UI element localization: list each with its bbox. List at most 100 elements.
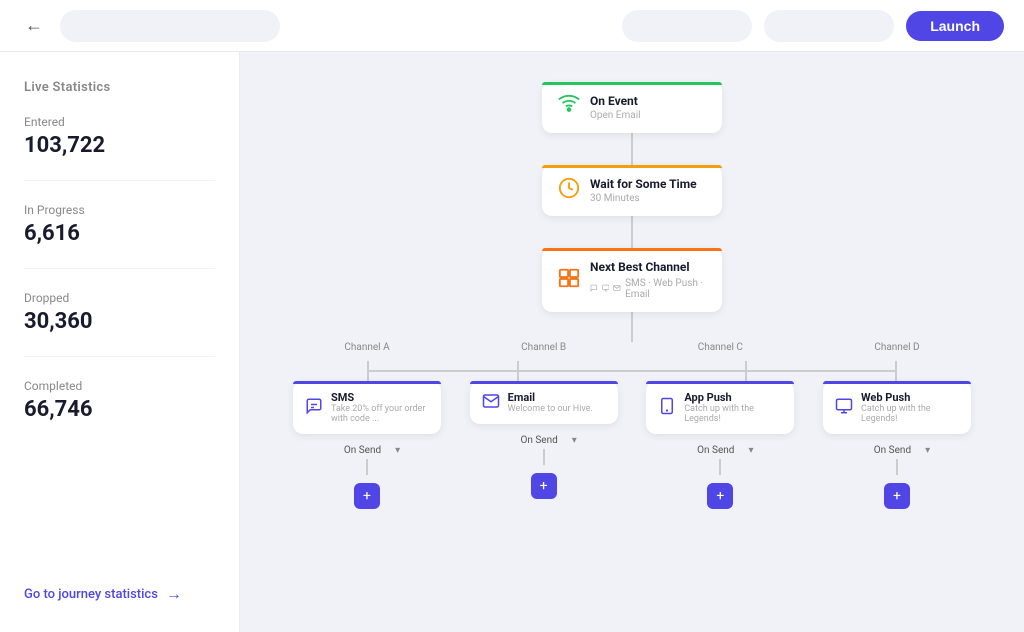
sidebar-title: Live Statistics — [24, 80, 215, 95]
wait-sub: 30 Minutes — [590, 193, 697, 204]
sms-sub: Take 20% off your order with code ... — [331, 404, 429, 424]
topbar-pill-1 — [622, 10, 752, 42]
wait-icon — [558, 177, 580, 204]
web-push-plus-button[interactable]: + — [884, 483, 910, 509]
app-push-chevron[interactable]: ▾ — [748, 445, 753, 456]
app-push-title: App Push — [684, 391, 782, 404]
stat-completed-label: Completed — [24, 379, 215, 393]
channel-sms[interactable]: SMS Take 20% off your order with code ..… — [293, 381, 441, 434]
channel-app-push[interactable]: App Push Catch up with the Legends! — [646, 381, 794, 434]
branch-top-line — [631, 312, 633, 342]
channel-col-a: SMS Take 20% off your order with code ..… — [292, 381, 442, 509]
email-plus-button[interactable]: + — [531, 473, 557, 499]
app-push-border — [646, 381, 794, 384]
web-push-border — [823, 381, 971, 384]
stat-entered-value: 103,722 — [24, 133, 215, 158]
app-push-content: App Push Catch up with the Legends! — [684, 391, 782, 424]
connector-2 — [631, 216, 633, 248]
nbc-sub: SMS · Web Push · Email — [625, 278, 706, 300]
web-push-chevron[interactable]: ▾ — [925, 445, 930, 456]
app-push-on-send-row: On Send ▾ — [687, 442, 753, 459]
email-title: Email — [508, 391, 593, 404]
email-v-line — [543, 449, 545, 465]
stat-completed: Completed 66,746 — [24, 379, 215, 422]
journey-stats-link[interactable]: Go to journey statistics → — [24, 584, 215, 604]
divider-2 — [24, 268, 215, 269]
app-push-sub: Catch up with the Legends! — [684, 404, 782, 424]
web-push-sub: Catch up with the Legends! — [861, 404, 959, 424]
channel-email[interactable]: Email Welcome to our Hive. — [470, 381, 618, 424]
node-nbc[interactable]: Next Best Channel SMS · Web Push · Email — [542, 248, 722, 312]
divider-1 — [24, 180, 215, 181]
app-push-plus-button[interactable]: + — [707, 483, 733, 509]
on-event-icon — [558, 94, 580, 121]
email-on-send[interactable]: On Send — [510, 432, 567, 449]
topbar: ← Launch — [0, 0, 1024, 52]
email-sub: Welcome to our Hive. — [508, 404, 593, 414]
sidebar: Live Statistics Entered 103,722 In Progr… — [0, 52, 240, 632]
stat-entered-label: Entered — [24, 115, 215, 129]
divider-3 — [24, 356, 215, 357]
channel-col-b: Email Welcome to our Hive. On Send ▾ + — [469, 381, 619, 499]
sms-plus-button[interactable]: + — [354, 483, 380, 509]
web-push-on-send[interactable]: On Send — [864, 442, 921, 459]
sms-border — [293, 381, 441, 384]
sms-on-send-row: On Send ▾ — [334, 442, 400, 459]
node-nbc-border — [542, 248, 722, 251]
topbar-pill-2 — [764, 10, 894, 42]
web-push-content: Web Push Catch up with the Legends! — [861, 391, 959, 424]
app-push-on-send[interactable]: On Send — [687, 442, 744, 459]
nbc-icon — [558, 267, 580, 294]
sms-v-line — [366, 459, 368, 475]
nbc-icons-row: SMS · Web Push · Email — [590, 276, 706, 300]
on-event-title: On Event — [590, 94, 641, 108]
main-layout: Live Statistics Entered 103,722 In Progr… — [0, 52, 1024, 632]
node-on-event[interactable]: On Event Open Email — [542, 82, 722, 133]
canvas[interactable]: On Event Open Email Wait for Some Time 3… — [240, 52, 1024, 632]
app-push-v-line — [719, 459, 721, 475]
email-on-send-row: On Send ▾ — [510, 432, 576, 449]
nbc-content: Next Best Channel SMS · Web Push · Email — [590, 260, 706, 300]
node-wait-border — [542, 165, 722, 168]
channel-labels-row: Channel A Channel B Channel C Channel D — [292, 342, 972, 353]
topbar-title — [60, 10, 280, 42]
stat-dropped: Dropped 30,360 — [24, 291, 215, 334]
email-chevron[interactable]: ▾ — [572, 435, 577, 446]
web-push-v-line — [896, 459, 898, 475]
web-push-title: Web Push — [861, 391, 959, 404]
stat-dropped-label: Dropped — [24, 291, 215, 305]
email-border — [470, 381, 618, 384]
node-wait[interactable]: Wait for Some Time 30 Minutes — [542, 165, 722, 216]
stat-dropped-value: 30,360 — [24, 309, 215, 334]
wait-title: Wait for Some Time — [590, 177, 697, 191]
stat-completed-value: 66,746 — [24, 397, 215, 422]
stat-in-progress-label: In Progress — [24, 203, 215, 217]
channel-col-d: Web Push Catch up with the Legends! On S… — [822, 381, 972, 509]
channel-col-c: App Push Catch up with the Legends! On S… — [645, 381, 795, 509]
h-line — [367, 370, 897, 372]
channel-web-push[interactable]: Web Push Catch up with the Legends! — [823, 381, 971, 434]
channels-row: SMS Take 20% off your order with code ..… — [292, 381, 972, 509]
channel-label-d: Channel D — [822, 342, 972, 353]
nbc-title: Next Best Channel — [590, 260, 706, 274]
sms-on-send[interactable]: On Send — [334, 442, 391, 459]
sms-title: SMS — [331, 391, 429, 404]
drop-d — [895, 361, 897, 381]
back-button[interactable]: ← — [20, 12, 48, 40]
stat-entered: Entered 103,722 — [24, 115, 215, 158]
journey-stats-text: Go to journey statistics — [24, 587, 158, 602]
sms-content: SMS Take 20% off your order with code ..… — [331, 391, 429, 424]
flow-container: On Event Open Email Wait for Some Time 3… — [260, 82, 1004, 509]
journey-stats-arrow: → — [166, 584, 182, 604]
sms-chevron[interactable]: ▾ — [395, 445, 400, 456]
web-push-on-send-row: On Send ▾ — [864, 442, 930, 459]
drop-b — [517, 361, 519, 381]
drop-a — [367, 361, 369, 381]
on-event-sub: Open Email — [590, 110, 641, 121]
app-push-icon — [658, 397, 676, 419]
web-push-icon — [835, 397, 853, 419]
stat-in-progress: In Progress 6,616 — [24, 203, 215, 246]
stat-in-progress-value: 6,616 — [24, 221, 215, 246]
launch-button[interactable]: Launch — [906, 11, 1004, 41]
email-content: Email Welcome to our Hive. — [508, 391, 593, 414]
